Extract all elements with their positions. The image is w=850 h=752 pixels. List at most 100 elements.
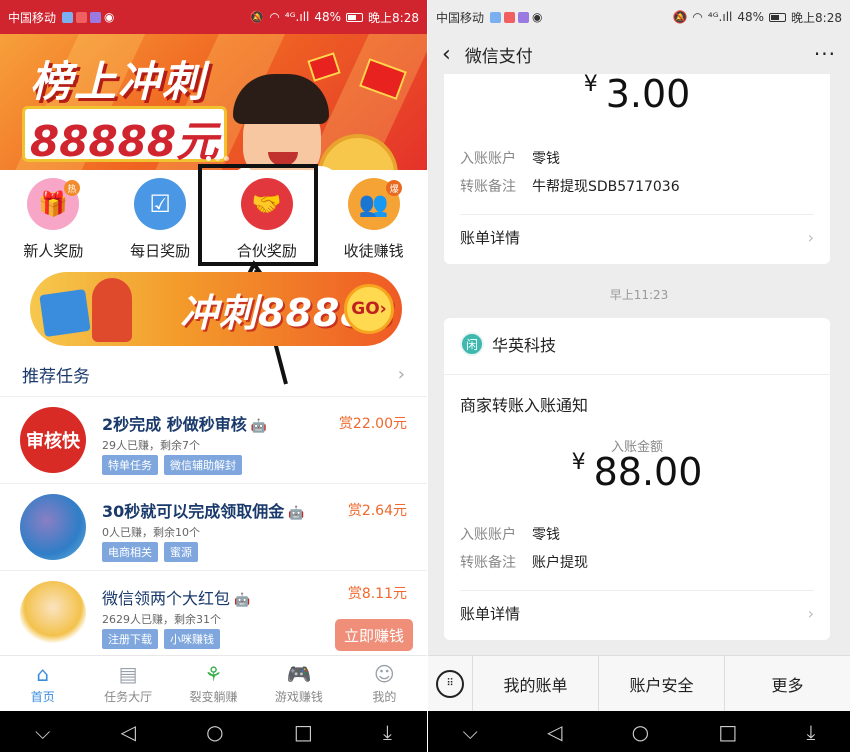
red-envelope-icon — [307, 52, 341, 82]
task-tags: 电商相关 蜜源 — [102, 542, 198, 562]
keyboard-toggle[interactable]: ⠿ — [428, 669, 472, 698]
task-reward: 赏22.00元 — [338, 416, 407, 432]
service-menu-bar: ⠿ 我的账单 账户安全 更多 — [428, 655, 850, 712]
recruit-earn-item[interactable]: 👥 爆 收徒赚钱 — [320, 170, 427, 270]
android-icon: 🤖 — [234, 593, 251, 608]
penguin-icon: ◉ — [104, 10, 115, 24]
bill-detail-link[interactable]: 账单详情 › — [460, 214, 814, 260]
app-notification-icon — [90, 11, 102, 23]
task-stats: 0人已赚，剩余10个 — [102, 526, 200, 539]
carrier-label: 中国移动 — [8, 10, 57, 25]
tab-fission-earn[interactable]: ⚘ 裂变躺赚 — [171, 656, 256, 711]
recents-nav-icon[interactable]: □ — [718, 720, 737, 744]
back-nav-icon[interactable]: ◁ — [547, 720, 562, 744]
yen-symbol: ¥ — [583, 72, 598, 97]
mute-icon: 🔕 — [249, 10, 265, 24]
task-item[interactable]: 30秒就可以完成领取佣金 🤖 0人已赚，剩余10个 电商相关 蜜源 赏2.64元 — [0, 483, 427, 570]
account-security-menu[interactable]: 账户安全 — [598, 655, 724, 712]
task-item[interactable]: 微信领两个大红包 🤖 2629人已赚，剩余31个 注册下载 小咪赚钱 赏8.11元… — [0, 570, 427, 657]
task-tags: 特单任务 微信辅助解封 — [102, 455, 242, 475]
android-icon: 🤖 — [250, 419, 267, 434]
wifi-icon: ◠ — [692, 10, 703, 24]
mute-icon: 🔕 — [672, 10, 688, 24]
task-name: 2秒完成 秒做秒审核 🤖 — [102, 415, 267, 434]
chat-title: 微信支付 — [464, 46, 533, 67]
tab-task-hall[interactable]: ▤ 任务大厅 — [85, 656, 170, 711]
android-icon: 🤖 — [288, 506, 305, 521]
battery-icon — [769, 12, 787, 22]
app-notification-icon — [518, 11, 530, 23]
keyboard-icon: ⠿ — [436, 669, 464, 698]
go-button[interactable]: GO› — [344, 284, 394, 334]
task-name: 30秒就可以完成领取佣金 🤖 — [102, 502, 305, 521]
task-avatar — [20, 581, 86, 647]
daily-reward-label: 每日奖励 — [130, 242, 191, 260]
note-row: 转账备注 牛帮提现SDB5717036 — [460, 179, 680, 195]
task-item[interactable]: 审核快 2秒完成 秒做秒审核 🤖 29人已赚，剩余7个 特单任务 微信辅助解封 赏… — [0, 396, 427, 483]
my-bills-menu[interactable]: 我的账单 — [472, 655, 598, 712]
gift-box-illustration — [39, 289, 91, 337]
gamepad-icon: 🎮 — [286, 662, 312, 686]
merchant-logo-icon: 闲 — [460, 332, 484, 356]
notice-title: 商家转账入账通知 — [460, 396, 589, 415]
recommend-header[interactable]: 推荐任务 › — [0, 358, 427, 390]
account-row: 入账账户 零钱 — [460, 527, 560, 543]
payment-card[interactable]: 闲 华英科技 商家转账入账通知 入账金额 ¥88.00 入账账户 零钱 转账备注账… — [444, 318, 830, 640]
task-reward: 赏2.64元 — [347, 503, 407, 519]
bill-detail-link[interactable]: 账单详情 › — [460, 590, 814, 636]
banner-title: 榜上冲刺 — [30, 57, 207, 106]
task-tag: 小咪赚钱 — [164, 629, 220, 649]
merchant-name: 华英科技 — [492, 336, 557, 355]
notification-pull-icon[interactable]: ⤓ — [806, 720, 815, 744]
task-avatar — [20, 494, 86, 560]
home-nav-icon[interactable]: ○ — [632, 720, 649, 744]
task-list: 审核快 2秒完成 秒做秒审核 🤖 29人已赚，剩余7个 特单任务 微信辅助解封 赏… — [0, 396, 427, 657]
left-phone-screen: 中国移动 ◉ 🔕 ◠ ⁴ᴳ.ıll 48% 晚上8:28 榜上冲刺 88888元… — [0, 0, 427, 752]
chat-header: ‹ 微信支付 ··· — [428, 34, 850, 74]
carrier-label: 中国移动 — [436, 10, 485, 25]
hide-nav-icon[interactable]: ⌵ — [35, 720, 50, 744]
status-bar: 中国移动 ◉ 🔕 ◠ ⁴ᴳ.ıll 48% 晚上8:28 — [0, 0, 427, 34]
tab-home[interactable]: ⌂ 首页 — [0, 656, 85, 711]
new-user-reward-item[interactable]: 🎁 热 新人奖励 — [0, 170, 107, 270]
user-icon: ☺ — [373, 662, 395, 686]
system-nav-bar: ⌵ ◁ ○ □ ⤓ — [0, 711, 427, 752]
tab-game-earn[interactable]: 🎮 游戏赚钱 — [256, 656, 341, 711]
back-arrow-icon[interactable]: ‹ — [442, 42, 451, 67]
task-tag: 电商相关 — [102, 542, 158, 562]
hero-banner[interactable]: 榜上冲刺 88888元 — [0, 34, 427, 170]
payment-card[interactable]: ¥3.00 入账账户 零钱 转账备注 牛帮提现SDB5717036 账单详情 › — [444, 72, 830, 264]
message-timestamp: 早上11:23 — [609, 288, 669, 302]
promo-banner[interactable]: 冲刺88888元 GO› — [30, 272, 402, 346]
task-tag: 注册下载 — [102, 629, 158, 649]
signal-label: ⁴ᴳ.ıll — [284, 10, 310, 24]
status-time: 晚上8:28 — [791, 10, 842, 25]
home-icon: ⌂ — [36, 662, 50, 686]
recents-nav-icon[interactable]: □ — [294, 720, 313, 744]
signal-label: ⁴ᴳ.ıll — [707, 10, 733, 24]
payment-amount: ¥88.00 — [571, 450, 703, 494]
girl-illustration — [92, 278, 132, 342]
hide-nav-icon[interactable]: ⌵ — [463, 720, 478, 744]
task-reward: 赏8.11元 — [347, 586, 407, 602]
task-tag: 特单任务 — [102, 455, 158, 475]
app-notification-icon — [62, 11, 74, 23]
hot-badge: 爆 — [386, 180, 403, 196]
earn-now-button[interactable]: 立即赚钱 — [335, 619, 413, 651]
penguin-icon: ◉ — [532, 10, 543, 24]
task-tags: 注册下载 小咪赚钱 — [102, 629, 220, 649]
notification-pull-icon[interactable]: ⤓ — [383, 720, 392, 744]
home-nav-icon[interactable]: ○ — [206, 720, 223, 744]
status-bar: 中国移动 ◉ 🔕 ◠ ⁴ᴳ.ıll 48% 晚上8:28 — [428, 0, 850, 34]
task-tag: 微信辅助解封 — [164, 455, 242, 475]
hot-badge: 热 — [64, 180, 80, 196]
more-menu-icon[interactable]: ··· — [814, 42, 836, 66]
back-nav-icon[interactable]: ◁ — [121, 720, 136, 744]
more-menu[interactable]: 更多 — [724, 655, 850, 712]
banner-amount: 88888元 — [30, 117, 219, 166]
task-stats: 29人已赚，剩余7个 — [102, 439, 200, 452]
yen-symbol: ¥ — [571, 450, 586, 475]
system-nav-bar: ⌵ ◁ ○ □ ⤓ — [428, 711, 850, 752]
tab-mine[interactable]: ☺ 我的 — [342, 656, 427, 711]
task-tag: 蜜源 — [164, 542, 198, 562]
